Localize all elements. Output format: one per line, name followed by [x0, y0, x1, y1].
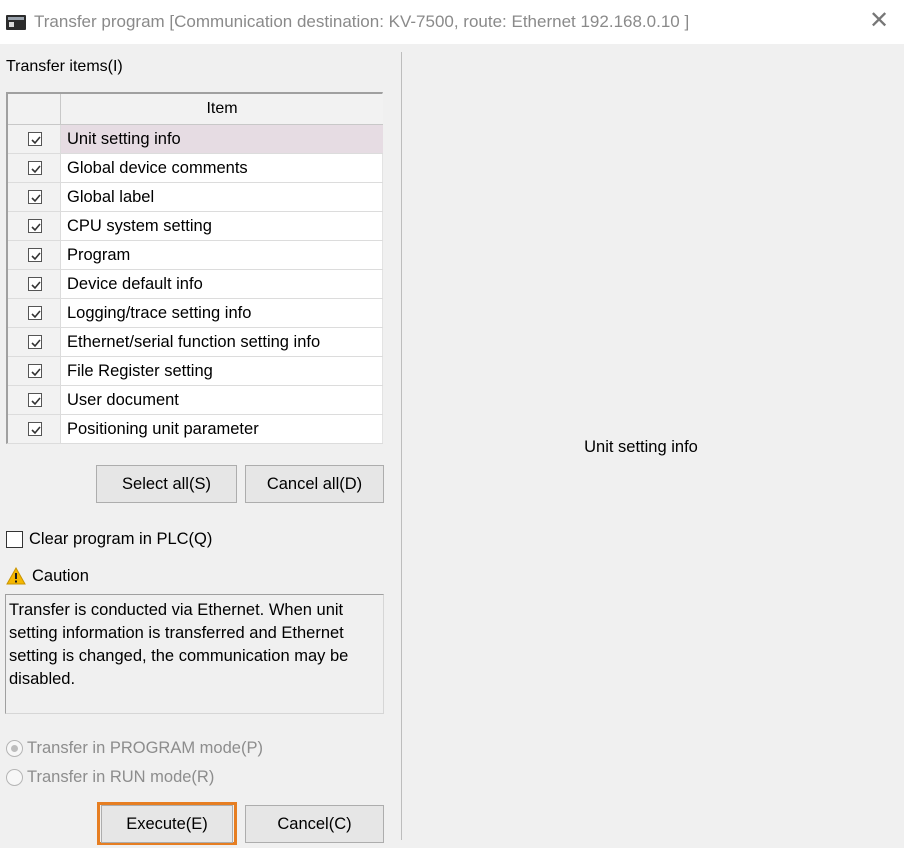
checkbox-cell: [8, 241, 61, 270]
select-all-button[interactable]: Select all(S): [96, 465, 237, 503]
run-mode-label: Transfer in RUN mode(R): [27, 767, 215, 786]
table-row[interactable]: File Register setting: [8, 357, 383, 386]
table-row[interactable]: Positioning unit parameter: [8, 415, 383, 444]
detail-panel-text: Unit setting info: [584, 438, 698, 456]
cancel-all-button[interactable]: Cancel all(D): [245, 465, 384, 503]
checkbox-cell: [8, 154, 61, 183]
table-row[interactable]: Global label: [8, 183, 383, 212]
checkbox-icon[interactable]: [28, 306, 42, 320]
item-label: File Register setting: [61, 357, 383, 386]
table-row[interactable]: User document: [8, 386, 383, 415]
checkbox-icon[interactable]: [28, 219, 42, 233]
checkbox-icon[interactable]: [28, 277, 42, 291]
checkbox-cell: [8, 386, 61, 415]
cancel-button[interactable]: Cancel(C): [245, 805, 384, 843]
transfer-items-table: Item Unit setting info Global device comm…: [6, 92, 383, 444]
checkbox-cell: [8, 125, 61, 154]
app-icon: [6, 15, 26, 30]
checkbox-icon[interactable]: [28, 393, 42, 407]
run-mode-option[interactable]: Transfer in RUN mode(R): [6, 766, 214, 788]
checkbox-icon[interactable]: [28, 161, 42, 175]
table-row[interactable]: Ethernet/serial function setting info: [8, 328, 383, 357]
item-label: Positioning unit parameter: [61, 415, 383, 444]
table-row[interactable]: Logging/trace setting info: [8, 299, 383, 328]
checkbox-icon[interactable]: [28, 190, 42, 204]
program-mode-radio[interactable]: [6, 739, 23, 757]
checkbox-cell: [8, 183, 61, 212]
clear-program-checkbox[interactable]: [6, 530, 23, 548]
table-row[interactable]: CPU system setting: [8, 212, 383, 241]
program-mode-option[interactable]: Transfer in PROGRAM mode(P): [6, 737, 263, 759]
checkbox-cell: [8, 212, 61, 241]
checkbox-cell: [8, 328, 61, 357]
item-label: Ethernet/serial function setting info: [61, 328, 383, 357]
program-mode-label: Transfer in PROGRAM mode(P): [27, 738, 263, 757]
caution-message: Transfer is conducted via Ethernet. When…: [5, 594, 384, 714]
window-title: Transfer program [Communication destinat…: [34, 12, 690, 31]
item-label: User document: [61, 386, 383, 415]
item-label: Logging/trace setting info: [61, 299, 383, 328]
checkbox-icon[interactable]: [28, 422, 42, 436]
checkbox-cell: [8, 415, 61, 444]
close-icon: ✕: [868, 7, 890, 34]
item-label: CPU system setting: [61, 212, 383, 241]
item-label: Global device comments: [61, 154, 383, 183]
checkbox-icon[interactable]: [28, 335, 42, 349]
checkbox-icon[interactable]: [28, 364, 42, 378]
warning-icon: [6, 567, 26, 585]
table-row[interactable]: Unit setting info: [8, 125, 383, 154]
caution-label: Caution: [32, 566, 89, 585]
table-row[interactable]: Program: [8, 241, 383, 270]
table-row[interactable]: Device default info: [8, 270, 383, 299]
run-mode-radio[interactable]: [6, 768, 23, 786]
title-bar: Transfer program [Communication destinat…: [0, 0, 904, 44]
checkbox-icon[interactable]: [28, 248, 42, 262]
item-label: Unit setting info: [61, 125, 383, 154]
clear-program-option[interactable]: Clear program in PLC(Q): [6, 528, 212, 550]
close-button[interactable]: ✕: [862, 6, 896, 38]
caution-header: Caution: [6, 565, 89, 587]
item-column-header: Item: [61, 94, 383, 125]
execute-button[interactable]: Execute(E): [101, 805, 233, 843]
table-header: Item: [8, 94, 383, 125]
item-label: Global label: [61, 183, 383, 212]
transfer-items-label: Transfer items(I): [6, 58, 123, 75]
item-label: Device default info: [61, 270, 383, 299]
table-row[interactable]: Global device comments: [8, 154, 383, 183]
checkbox-cell: [8, 299, 61, 328]
checkbox-column-header: [8, 94, 61, 125]
checkbox-cell: [8, 357, 61, 386]
checkbox-icon[interactable]: [28, 132, 42, 146]
item-label: Program: [61, 241, 383, 270]
clear-program-label: Clear program in PLC(Q): [29, 529, 213, 548]
checkbox-cell: [8, 270, 61, 299]
